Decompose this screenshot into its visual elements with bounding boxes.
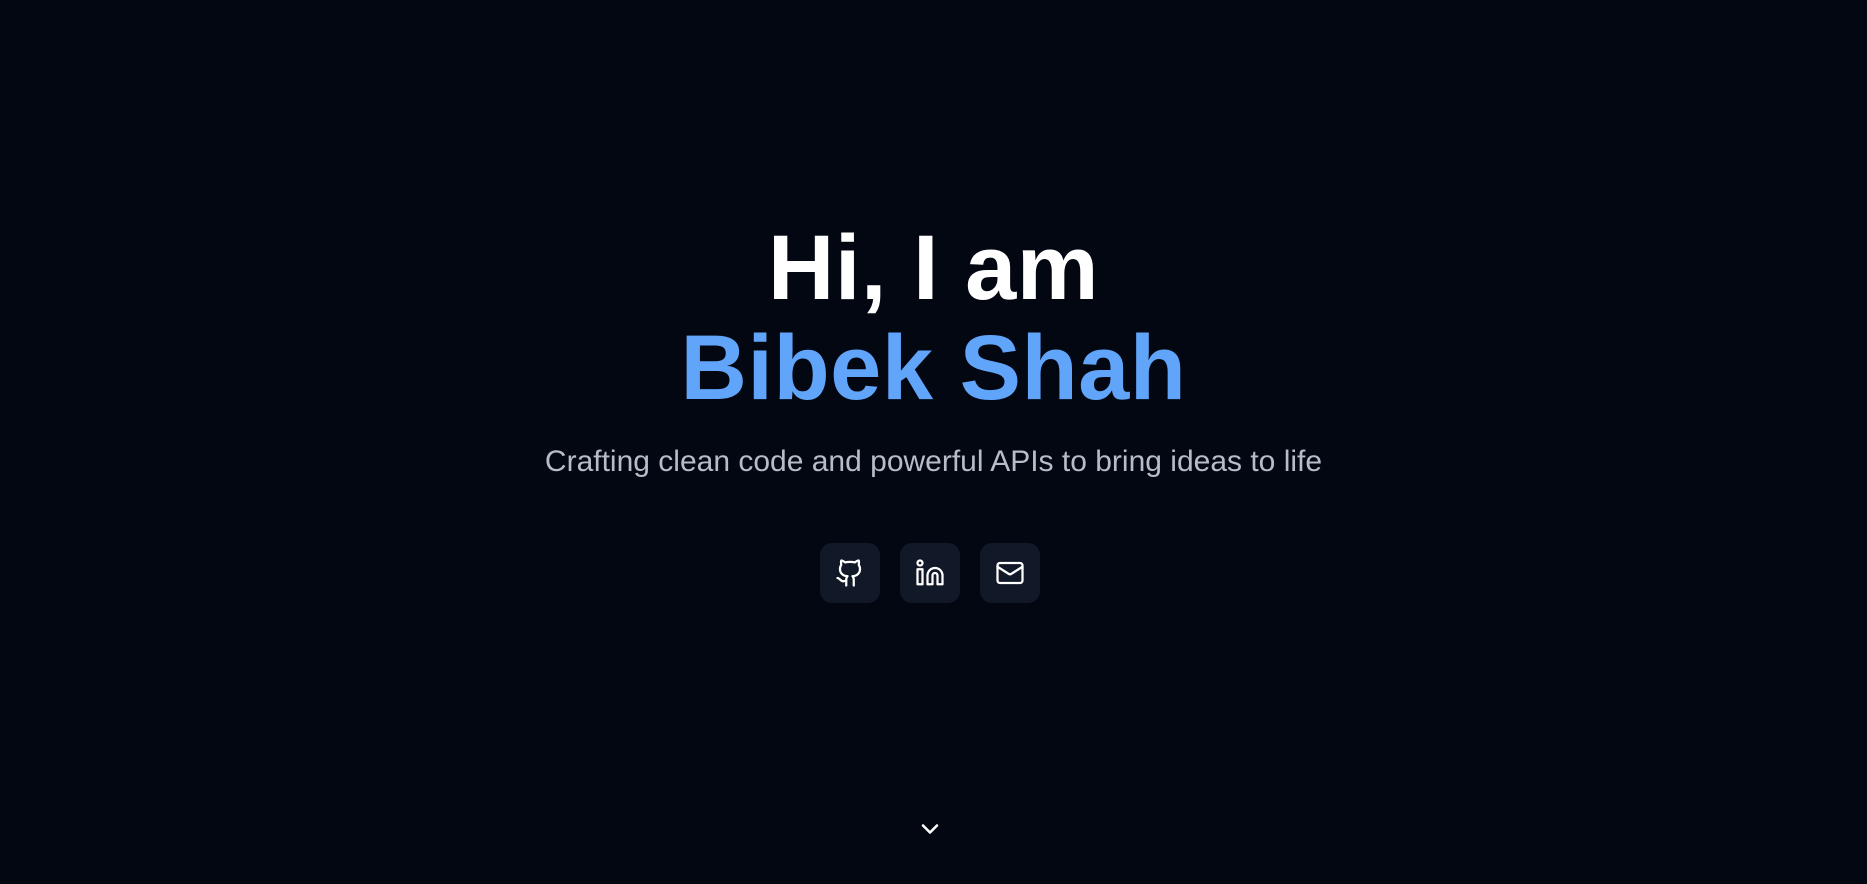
social-links: [820, 543, 1040, 603]
tagline: Crafting clean code and powerful APIs to…: [544, 445, 1323, 478]
linkedin-link[interactable]: [900, 543, 960, 603]
chevron-down-icon: [921, 824, 939, 834]
greeting-heading: Hi, I am: [767, 217, 1100, 319]
scroll-down-button[interactable]: [915, 814, 945, 844]
github-icon: [836, 559, 862, 587]
hero-section: Hi, I am Bibek Shah Crafting clean code …: [0, 0, 1867, 884]
email-link[interactable]: [980, 543, 1040, 603]
name-heading: Bibek Shah: [680, 317, 1187, 419]
mail-icon: [996, 561, 1024, 585]
linkedin-icon: [916, 559, 944, 586]
github-link[interactable]: [820, 543, 880, 603]
